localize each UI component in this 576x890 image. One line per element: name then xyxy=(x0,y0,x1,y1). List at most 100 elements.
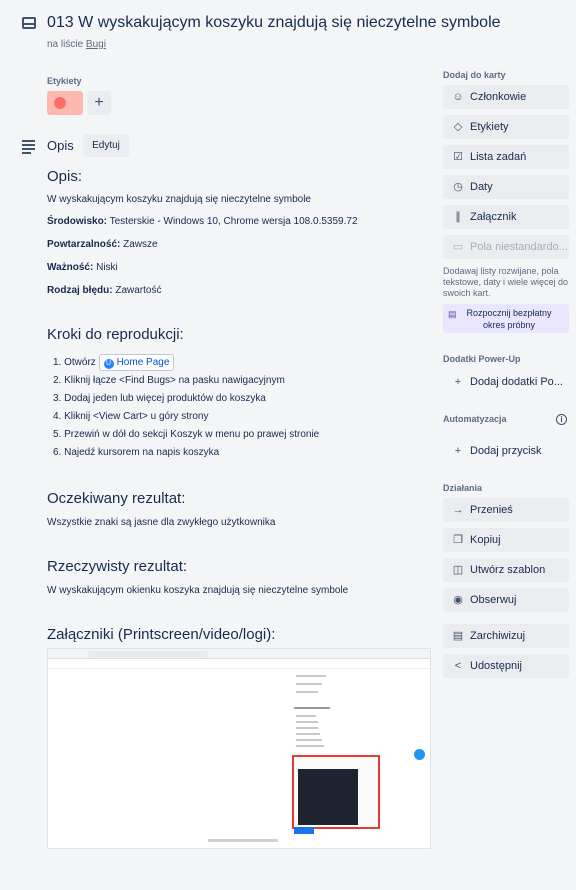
browser-tabbar xyxy=(48,649,430,659)
thumb-line xyxy=(294,707,330,709)
opis-subheading: Opis: xyxy=(47,168,83,185)
members-label: Członkowie xyxy=(470,91,527,103)
archive-button[interactable]: ▤ Zarchiwizuj xyxy=(443,624,569,648)
copy-button[interactable]: ❐ Kopiuj xyxy=(443,528,569,552)
checklist-button[interactable]: ☑ Lista zadań xyxy=(443,145,569,169)
actual-text: W wyskakującym okienku koszyka znajdują … xyxy=(47,585,349,596)
home-page-link-label: Home Page xyxy=(116,357,170,368)
checklist-label: Lista zadań xyxy=(470,151,527,163)
briefcase-icon: ▤ xyxy=(448,309,457,319)
thumb-line xyxy=(296,721,318,723)
make-template-label: Utwórz szablon xyxy=(470,564,546,576)
list-item: 1. Otwórz U Home Page xyxy=(53,354,319,372)
site-logo-icon: U xyxy=(103,359,114,369)
add-powerups-label: Dodaj dodatki Po... xyxy=(470,376,563,388)
repeatability-line: Powtarzalność: Zawsze xyxy=(47,239,158,250)
severity-label: Ważność: xyxy=(47,262,94,273)
checklist-icon: ☑ xyxy=(453,151,463,163)
repeatability-value: Zawsze xyxy=(120,239,158,250)
description-heading: Opis xyxy=(47,138,74,153)
opis-text: W wyskakującym koszyku znajdują się niec… xyxy=(47,194,311,205)
share-label: Udostępnij xyxy=(470,660,522,672)
description-icon xyxy=(22,140,35,156)
labels-label: Etykiety xyxy=(470,121,509,133)
paperclip-icon: ∥ xyxy=(455,211,461,223)
labels-heading: Etykiety xyxy=(47,76,82,86)
severity-line: Ważność: Niski xyxy=(47,262,118,273)
add-button-button[interactable]: + Dodaj przycisk xyxy=(443,439,569,463)
add-label-button[interactable]: + xyxy=(87,91,111,115)
environment-label: Środowisko: xyxy=(47,216,108,227)
list-item: 5. Przewiń w dół do sekcji Koszyk w menu… xyxy=(53,429,320,440)
expected-heading: Oczekiwany rezultat: xyxy=(47,490,186,507)
list-item: 4. Kliknij <View Cart> u góry strony xyxy=(53,411,209,422)
share-icon: < xyxy=(454,660,462,672)
info-icon[interactable]: i xyxy=(556,414,567,425)
share-button[interactable]: < Udostępnij xyxy=(443,654,569,678)
attachment-label: Załącznik xyxy=(470,211,517,223)
add-powerups-button[interactable]: + Dodaj dodatki Po... xyxy=(443,370,569,394)
actions-heading: Działania xyxy=(443,483,483,493)
thumb-button xyxy=(294,827,314,834)
list-item: 2. Kliknij łącze <Find Bugs> na pasku na… xyxy=(53,375,285,386)
list-prefix: na liście xyxy=(47,39,84,50)
repeatability-label: Powtarzalność: xyxy=(47,239,121,250)
move-label: Przenieś xyxy=(470,504,513,516)
start-trial-label: Rozpocznij bezpłatny okres próbny xyxy=(466,308,552,330)
steps-heading: Kroki do reprodukcji: xyxy=(47,326,184,343)
thumb-line xyxy=(296,683,322,685)
custom-fields-note: Dodawaj listy rozwijane, pola tekstowe, … xyxy=(443,266,569,298)
watch-label: Obserwuj xyxy=(470,594,517,606)
thumb-line xyxy=(296,675,326,677)
archive-label: Zarchiwizuj xyxy=(470,630,526,642)
thumb-floating-icon xyxy=(414,749,425,760)
thumb-line xyxy=(296,745,324,747)
custom-fields-label: Pola niestandardo... xyxy=(470,241,568,253)
watch-button[interactable]: ◉ Obserwuj xyxy=(443,588,569,612)
plus-icon: + xyxy=(454,376,462,388)
card-title[interactable]: 013 W wyskakującym koszyku znajdują się … xyxy=(47,14,501,32)
automation-heading: Automatyzacja xyxy=(443,414,507,424)
card-icon xyxy=(22,17,36,29)
custom-fields-button[interactable]: ▭ Pola niestandardo... xyxy=(443,235,569,259)
user-icon: ☺ xyxy=(452,91,464,103)
clock-icon: ◷ xyxy=(453,181,463,193)
thumb-line xyxy=(296,691,318,693)
thumb-line xyxy=(296,715,316,717)
list-item: 6. Najedź kursorem na napis koszyka xyxy=(53,447,220,458)
home-page-link[interactable]: U Home Page xyxy=(98,354,175,371)
attachments-heading: Załączniki (Printscreen/video/logi): xyxy=(47,626,276,643)
make-template-button[interactable]: ◫ Utwórz szablon xyxy=(443,558,569,582)
browser-bookmarks-bar xyxy=(48,659,430,669)
thumb-line xyxy=(296,733,320,735)
label-color-dot xyxy=(54,97,66,109)
steps-list: 1. Otwórz U Home Page 2. Kliknij łącze <F… xyxy=(53,354,319,462)
label-chip-red[interactable] xyxy=(47,91,83,115)
dates-button[interactable]: ◷ Daty xyxy=(443,175,569,199)
list-link[interactable]: Bugi xyxy=(86,39,106,50)
list-item: 3. Dodaj jeden lub więcej produktów do k… xyxy=(53,393,266,404)
edit-description-button[interactable]: Edytuj xyxy=(83,134,129,157)
environment-value: Testerskie - Windows 10, Chrome wersja 1… xyxy=(107,216,358,227)
custom-fields-icon: ▭ xyxy=(452,241,464,253)
bug-type-value: Zawartość xyxy=(112,285,162,296)
attachment-screenshot[interactable] xyxy=(47,648,431,849)
highlighted-cart-area xyxy=(292,755,380,829)
add-to-card-heading: Dodaj do karty xyxy=(443,70,506,80)
archive-icon: ▤ xyxy=(452,630,464,642)
bug-type-label: Rodzaj błędu: xyxy=(47,285,113,296)
severity-value: Niski xyxy=(93,262,118,273)
move-button[interactable]: → Przenieś xyxy=(443,498,569,522)
powerups-heading: Dodatki Power-Up xyxy=(443,354,521,364)
thumb-line xyxy=(296,727,318,729)
copy-label: Kopiuj xyxy=(470,534,501,546)
start-trial-button[interactable]: ▤ Rozpocznij bezpłatny okres próbny xyxy=(443,304,569,333)
members-button[interactable]: ☺ Członkowie xyxy=(443,85,569,109)
template-icon: ◫ xyxy=(452,564,464,576)
list-reference: na liście Bugi xyxy=(47,39,106,50)
attachment-button[interactable]: ∥ Załącznik xyxy=(443,205,569,229)
dates-label: Daty xyxy=(470,181,493,193)
environment-line: Środowisko: Testerskie - Windows 10, Chr… xyxy=(47,216,358,227)
browser-address-bar xyxy=(88,651,208,657)
labels-button[interactable]: ◇ Etykiety xyxy=(443,115,569,139)
